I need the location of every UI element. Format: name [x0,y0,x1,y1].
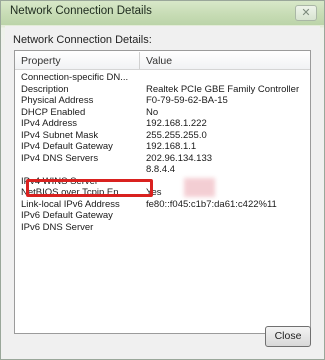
list-row[interactable]: Connection-specific DN... [15,72,310,84]
value-cell: 255.255.255.0 [146,129,207,141]
property-cell: IPv6 Default Gateway [21,210,113,221]
list-row[interactable]: IPv6 Default Gateway [15,210,310,222]
value-cell: 8.8.4.4 [146,164,176,175]
list-row[interactable]: IPv4 Address 192.168.1.222 [15,118,310,130]
list-row[interactable]: IPv4 DNS Servers 202.96.134.133 [15,153,310,165]
list-rows: Connection-specific DN... Description Rea… [15,72,310,233]
value-cell: 192.168.1.1 [146,141,197,152]
value-cell: F0-79-59-62-BA-15 [146,95,228,106]
property-cell: IPv6 DNS Server [21,221,94,233]
property-cell: Link-local IPv6 Address [21,198,120,210]
gateway-highlight-box [26,179,153,197]
list-row[interactable]: Description Realtek PCIe GBE Family Contr… [15,84,310,96]
property-cell: Physical Address [21,95,94,106]
title-bar: Network Connection Details ✕ [1,1,324,25]
property-cell: Description [21,83,69,95]
property-cell: IPv4 Default Gateway [21,141,113,152]
list-row[interactable]: IPv4 Default Gateway 192.168.1.1 [15,141,310,153]
window-title: Network Connection Details [10,5,152,17]
list-row[interactable]: IPv6 DNS Server [15,222,310,234]
column-divider[interactable] [139,52,140,69]
column-header-property[interactable]: Property [21,55,61,67]
value-cell: 202.96.134.133 [146,152,213,164]
network-connection-details-dialog: Network Connection Details ✕ Network Con… [0,0,325,360]
value-cell: Yes [146,187,162,198]
close-window-icon[interactable]: ✕ [295,5,317,21]
value-cell: fe80::f045:c1b7:da61:c422%11 [146,198,277,210]
property-cell: IPv4 Address [21,118,77,129]
property-cell: IPv4 DNS Servers [21,152,99,164]
redaction-blur [184,178,215,197]
list-row[interactable]: Link-local IPv6 Address fe80::f045:c1b7:d… [15,199,310,211]
list-header: Property Value [15,51,310,70]
list-row[interactable]: DHCP Enabled No [15,107,310,119]
property-cell: Connection-specific DN... [21,72,129,83]
property-cell: IPv4 Subnet Mask [21,129,99,141]
property-cell: DHCP Enabled [21,106,86,118]
value-cell: No [146,106,159,118]
list-row[interactable]: IPv4 Subnet Mask 255.255.255.0 [15,130,310,142]
details-label: Network Connection Details: [13,34,152,46]
column-header-value[interactable]: Value [146,55,172,67]
value-cell: 192.168.1.222 [146,118,207,129]
value-cell: Realtek PCIe GBE Family Controller [146,83,300,95]
close-button[interactable]: Close [265,326,311,347]
list-row[interactable]: Physical Address F0-79-59-62-BA-15 [15,95,310,107]
list-row[interactable]: 8.8.4.4 [15,164,310,176]
